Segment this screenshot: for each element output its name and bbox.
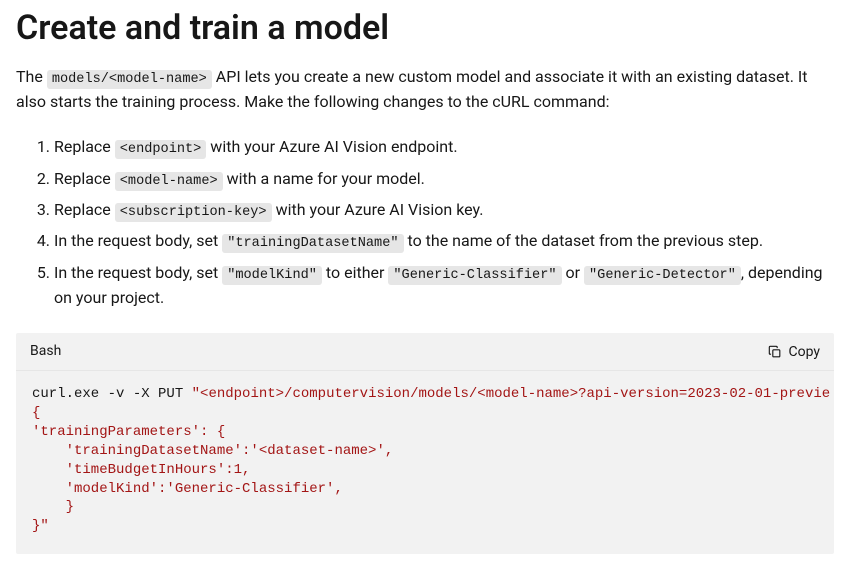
copy-button[interactable]: Copy [768, 344, 820, 360]
step-text: to either [322, 263, 388, 282]
step-text: In the request body, set [54, 231, 222, 250]
intro-paragraph: The models/<model-name> API lets you cre… [16, 65, 834, 114]
step-text: or [562, 263, 584, 282]
api-path-code: models/<model-name> [47, 70, 212, 89]
placeholder-code: "Generic-Detector" [584, 266, 741, 285]
list-item: In the request body, set "modelKind" to … [54, 258, 834, 313]
placeholder-code: "modelKind" [222, 266, 322, 285]
list-item: Replace <endpoint> with your Azure AI Vi… [54, 132, 834, 163]
placeholder-code: "trainingDatasetName" [222, 234, 403, 253]
code-language-label: Bash [30, 341, 61, 362]
placeholder-code: <endpoint> [115, 140, 207, 159]
list-item: Replace <model-name> with a name for you… [54, 164, 834, 195]
placeholder-code: "Generic-Classifier" [388, 266, 561, 285]
step-text: In the request body, set [54, 263, 222, 282]
copy-button-label: Copy [788, 344, 820, 360]
code-block: Bash Copy curl.exe -v -X PUT "<endpoint>… [16, 333, 834, 554]
step-text: Replace [54, 200, 115, 219]
intro-text-pre: The [16, 67, 47, 86]
copy-icon [768, 345, 782, 359]
placeholder-code: <model-name> [115, 172, 223, 191]
step-text: Replace [54, 137, 115, 156]
list-item: Replace <subscription-key> with your Azu… [54, 195, 834, 226]
steps-list: Replace <endpoint> with your Azure AI Vi… [16, 132, 834, 313]
code-content[interactable]: curl.exe -v -X PUT "<endpoint>/computerv… [16, 371, 834, 554]
list-item: In the request body, set "trainingDatase… [54, 226, 834, 257]
code-header: Bash Copy [16, 333, 834, 371]
step-text: with your Azure AI Vision endpoint. [206, 137, 457, 156]
code-command: curl.exe -v -X PUT [32, 386, 192, 402]
page-title: Create and train a model [16, 8, 834, 49]
step-text: with your Azure AI Vision key. [272, 200, 484, 219]
step-text: to the name of the dataset from the prev… [404, 231, 764, 250]
placeholder-code: <subscription-key> [115, 203, 272, 222]
code-string: { 'trainingParameters': { 'trainingDatas… [32, 405, 393, 534]
step-text: Replace [54, 169, 115, 188]
step-text: with a name for your model. [223, 169, 425, 188]
code-string: "<endpoint>/computervision/models/<model… [192, 386, 831, 402]
